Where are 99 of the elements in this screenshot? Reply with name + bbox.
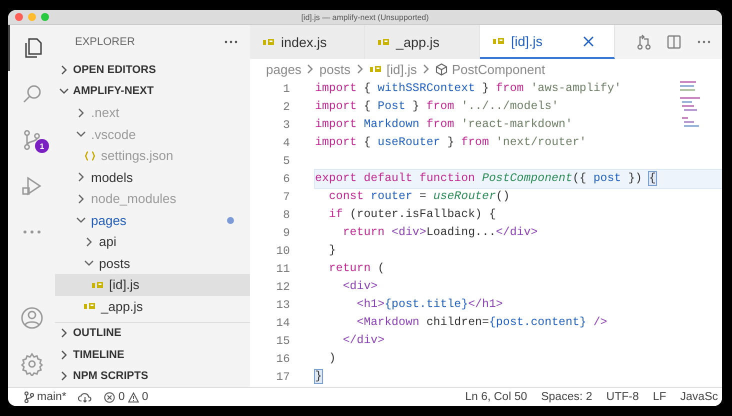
more-icon[interactable]: [696, 40, 712, 44]
chevron-right-icon: [305, 64, 316, 74]
line-number: 16: [275, 352, 291, 366]
code-line: ): [328, 351, 337, 367]
status-item[interactable]: LF: [652, 391, 666, 403]
code-line: <div>: [342, 279, 379, 295]
line-number: 4: [282, 136, 291, 150]
tree-item[interactable]: models: [55, 166, 250, 188]
chevron-down-icon: [59, 86, 69, 96]
settings-icon: [20, 352, 44, 376]
tree-item[interactable]: [id].js: [55, 274, 250, 296]
line-number: 7: [282, 190, 291, 204]
branch-status[interactable]: main*: [24, 391, 66, 403]
line-number: 17: [275, 370, 291, 384]
error-icon: [104, 392, 116, 402]
braces-icon: [83, 150, 97, 161]
close-icon[interactable]: [583, 36, 594, 46]
activity-bar-item[interactable]: 1: [8, 117, 55, 163]
code-line: <h1>{post.title}</h1>: [356, 297, 504, 313]
chevron-right-icon: [76, 108, 86, 118]
line-number: 8: [282, 208, 291, 222]
chevron-down-icon: [84, 258, 94, 268]
js-file-icon: [262, 37, 276, 47]
close-button[interactable]: [15, 13, 23, 21]
line-number: 6: [282, 172, 291, 186]
chevron-right-icon: [59, 350, 69, 360]
zoom-button[interactable]: [41, 13, 49, 21]
section-header[interactable]: TIMELINE: [55, 344, 250, 366]
line-number: 1: [282, 82, 291, 96]
branch-icon: [24, 391, 34, 403]
js-file-icon: [91, 280, 105, 290]
breadcrumb[interactable]: [id].js: [386, 62, 417, 76]
line-number: 14: [275, 316, 291, 330]
status-item[interactable]: Ln 6, Col 50: [465, 391, 528, 403]
status-item[interactable]: UTF-8: [606, 391, 639, 403]
tree-item[interactable]: posts: [55, 252, 250, 274]
section-header[interactable]: NPM SCRIPTS: [55, 366, 250, 387]
section-header[interactable]: AMPLIFY-NEXT: [55, 80, 250, 102]
code-line: return (: [328, 261, 386, 277]
code-line: </div>: [342, 333, 386, 349]
modified-dot: [227, 216, 234, 224]
cloud-icon[interactable]: [78, 392, 92, 402]
code-line: import { Post } from '../../models': [315, 99, 560, 115]
chevron-right-icon: [354, 64, 364, 74]
section-header[interactable]: OUTLINE: [55, 322, 250, 344]
chevron-right-icon: [59, 371, 69, 382]
editor-tab[interactable]: [id].js: [480, 25, 615, 59]
sidebar-title: EXPLORER: [75, 36, 135, 48]
chevron-right-icon: [59, 328, 69, 338]
line-number: 2: [282, 100, 291, 114]
chevron-right-icon: [59, 64, 69, 75]
breadcrumb[interactable]: pages: [266, 62, 302, 76]
line-number: 5: [282, 154, 291, 168]
code-line: const router = useRouter(): [328, 189, 511, 205]
editor-tab[interactable]: _app.js: [365, 25, 480, 59]
code-line: import { useRouter } from 'next/router': [315, 135, 588, 151]
line-number: 3: [282, 118, 291, 132]
split-editor-icon[interactable]: [666, 34, 682, 50]
line-number: 13: [275, 298, 291, 312]
window-title: [id].js — amplify-next (Unsupported): [301, 12, 429, 22]
line-number: 15: [275, 334, 291, 348]
cube-icon: [434, 62, 448, 76]
warning-icon: [128, 392, 139, 402]
code-line: <Markdown children={post.content} />: [356, 315, 608, 331]
chevron-right-icon: [76, 194, 86, 204]
more-icon: [22, 230, 40, 234]
chevron-down-icon: [76, 129, 86, 140]
compare-changes-icon[interactable]: [636, 34, 652, 50]
problems-status[interactable]: 0 0: [104, 391, 148, 403]
code-line: }: [328, 243, 337, 259]
chevron-right-icon: [76, 172, 86, 182]
more-icon[interactable]: [224, 40, 238, 44]
js-file-icon: [83, 301, 97, 312]
line-number: 11: [275, 262, 291, 276]
status-item[interactable]: Spaces: 2: [541, 391, 592, 403]
chevron-down-icon: [76, 215, 86, 226]
line-number: 10: [275, 244, 291, 258]
js-file-icon: [377, 37, 391, 47]
tree-item[interactable]: _app.js: [55, 296, 250, 317]
section-header[interactable]: OPEN EDITORS: [55, 59, 250, 80]
line-number: 9: [282, 226, 291, 240]
tree-item[interactable]: api: [55, 231, 250, 252]
status-item[interactable]: JavaSc: [680, 391, 718, 403]
notification-badge: 1: [35, 139, 49, 153]
code-line: import Markdown from 'react-markdown': [315, 117, 574, 133]
account-icon: [20, 306, 44, 330]
breadcrumb[interactable]: posts: [319, 62, 350, 76]
editor-tab[interactable]: index.js: [250, 25, 365, 59]
chevron-right-icon: [420, 64, 431, 74]
tree-item[interactable]: pages: [55, 210, 250, 231]
code-line: if (router.isFallback) {: [328, 207, 497, 223]
line-number: 12: [275, 280, 291, 294]
play-icon: [20, 174, 44, 198]
js-file-icon: [368, 64, 382, 74]
code-line: return <div>Loading...</div>: [342, 225, 539, 241]
js-file-icon: [492, 36, 506, 46]
breadcrumb[interactable]: PostComponent: [452, 62, 546, 76]
chevron-right-icon: [84, 236, 94, 247]
code-line: import { withSSRContext } from 'aws-amplify': [315, 81, 622, 97]
